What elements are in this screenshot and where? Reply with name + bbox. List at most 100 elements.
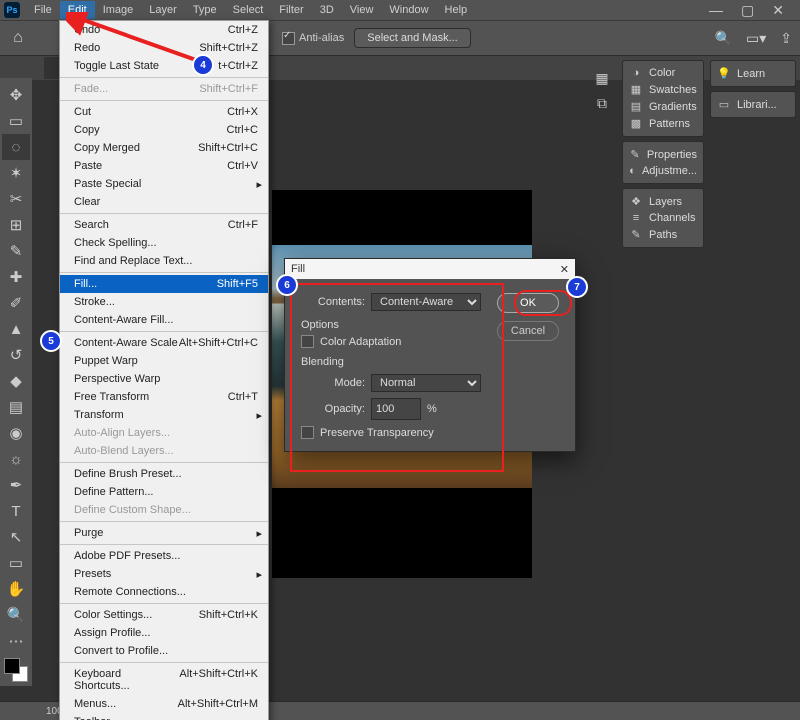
menu-item-content-aware-scale[interactable]: Content-Aware ScaleAlt+Shift+Ctrl+C xyxy=(60,334,268,352)
move-tool-icon[interactable]: ✥ xyxy=(2,82,30,108)
eraser-tool-icon[interactable]: ◆ xyxy=(2,368,30,394)
panel-color[interactable]: ◑ Color xyxy=(625,65,701,81)
frame-tool-icon[interactable]: ⊞ xyxy=(2,212,30,238)
shape-tool-icon[interactable]: ▭ xyxy=(2,550,30,576)
preserve-transparency-checkbox[interactable]: Preserve Transparency xyxy=(301,426,489,439)
heal-tool-icon[interactable]: ✚ xyxy=(2,264,30,290)
menu-item-label: Define Brush Preset... xyxy=(74,468,182,480)
menu-item-adobe-pdf-presets[interactable]: Adobe PDF Presets... xyxy=(60,547,268,565)
menu-item-paste[interactable]: PasteCtrl+V xyxy=(60,157,268,175)
gradient-tool-icon[interactable]: ▤ xyxy=(2,394,30,420)
panel-label: Librari... xyxy=(737,99,777,111)
menu-item-presets[interactable]: Presets▸ xyxy=(60,565,268,583)
eyedropper-tool-icon[interactable]: ✎ xyxy=(2,238,30,264)
panel-learn[interactable]: 💡Learn xyxy=(713,65,793,82)
menu-3d[interactable]: 3D xyxy=(312,1,342,19)
dialog-close-icon[interactable]: ✕ xyxy=(560,263,569,276)
menu-item-keyboard-shortcuts[interactable]: Keyboard Shortcuts...Alt+Shift+Ctrl+K xyxy=(60,665,268,695)
panel-properties[interactable]: ✎Properties xyxy=(625,146,701,163)
workspace-icon[interactable]: ▭▾ xyxy=(746,30,766,47)
dodge-tool-icon[interactable]: ☼ xyxy=(2,446,30,472)
menu-window[interactable]: Window xyxy=(381,1,436,19)
panel-paths[interactable]: ✎Paths xyxy=(625,226,701,243)
menu-item-define-pattern[interactable]: Define Pattern... xyxy=(60,483,268,501)
window-minimize-icon[interactable]: — xyxy=(709,2,723,19)
color-swatch[interactable] xyxy=(4,658,28,682)
menu-item-transform[interactable]: Transform▸ xyxy=(60,406,268,424)
menu-item-fill[interactable]: Fill...Shift+F5 xyxy=(60,275,268,293)
menu-select[interactable]: Select xyxy=(225,1,272,19)
share-icon[interactable]: ⇪ xyxy=(780,30,792,47)
history-icon[interactable]: ▦ xyxy=(595,70,608,87)
crop-tool-icon[interactable]: ✂ xyxy=(2,186,30,212)
menu-item-free-transform[interactable]: Free TransformCtrl+T xyxy=(60,388,268,406)
hand-tool-icon[interactable]: ✋ xyxy=(2,576,30,602)
panel-layers[interactable]: ❖Layers xyxy=(625,193,701,210)
panel-swatches[interactable]: ▦Swatches xyxy=(625,81,701,98)
antialias-checkbox[interactable]: Anti-alias xyxy=(282,32,344,45)
contents-select[interactable]: Content-Aware xyxy=(371,293,481,311)
menu-item-assign-profile[interactable]: Assign Profile... xyxy=(60,624,268,642)
history-brush-tool-icon[interactable]: ↺ xyxy=(2,342,30,368)
menu-item-perspective-warp[interactable]: Perspective Warp xyxy=(60,370,268,388)
wand-tool-icon[interactable]: ✶ xyxy=(2,160,30,186)
cancel-button[interactable]: Cancel xyxy=(497,321,559,341)
color-panel-icon: ◑ xyxy=(629,67,643,79)
window-restore-icon[interactable]: ▢ xyxy=(741,2,754,19)
menu-item-cut[interactable]: CutCtrl+X xyxy=(60,103,268,121)
panel-patterns[interactable]: ▩Patterns xyxy=(625,115,701,132)
menu-file[interactable]: File xyxy=(26,1,60,19)
menu-item-content-aware-fill[interactable]: Content-Aware Fill... xyxy=(60,311,268,329)
panel-channels[interactable]: ≡Channels xyxy=(625,210,701,226)
menu-item-label: Presets xyxy=(74,568,111,580)
menu-item-convert-to-profile[interactable]: Convert to Profile... xyxy=(60,642,268,660)
dialog-titlebar[interactable]: Fill ✕ xyxy=(285,259,575,279)
stamp-tool-icon[interactable]: ▲ xyxy=(2,316,30,342)
menu-item-remote-connections[interactable]: Remote Connections... xyxy=(60,583,268,601)
brush-tool-icon[interactable]: ✐ xyxy=(2,290,30,316)
menu-item-clear[interactable]: Clear xyxy=(60,193,268,211)
menu-item-check-spelling[interactable]: Check Spelling... xyxy=(60,234,268,252)
home-icon[interactable]: ⌂ xyxy=(8,28,28,48)
menu-item-toolbar[interactable]: Toolbar... xyxy=(60,713,268,720)
panel-label: Properties xyxy=(647,149,697,161)
menu-item-color-settings[interactable]: Color Settings...Shift+Ctrl+K xyxy=(60,606,268,624)
menu-item-purge[interactable]: Purge▸ xyxy=(60,524,268,542)
panel-label: Color xyxy=(649,67,675,79)
select-and-mask-button[interactable]: Select and Mask... xyxy=(354,28,471,48)
ok-button[interactable]: OK xyxy=(497,293,559,313)
lasso-tool-icon[interactable]: ◌ xyxy=(2,134,30,160)
panel-libraries[interactable]: ▭Librari... xyxy=(713,96,793,113)
menu-item-copy[interactable]: CopyCtrl+C xyxy=(60,121,268,139)
marquee-tool-icon[interactable]: ▭ xyxy=(2,108,30,134)
edit-toolbar-icon[interactable]: ⋯ xyxy=(2,628,30,654)
zoom-tool-icon[interactable]: 🔍 xyxy=(2,602,30,628)
menu-view[interactable]: View xyxy=(342,1,382,19)
mode-select[interactable]: Normal xyxy=(371,374,481,392)
menu-item-stroke[interactable]: Stroke... xyxy=(60,293,268,311)
color-adaptation-checkbox[interactable]: Color Adaptation xyxy=(301,335,489,348)
menu-item-puppet-warp[interactable]: Puppet Warp xyxy=(60,352,268,370)
blur-tool-icon[interactable]: ◉ xyxy=(2,420,30,446)
menu-item-define-brush-preset[interactable]: Define Brush Preset... xyxy=(60,465,268,483)
brushes-icon[interactable]: ⧉ xyxy=(597,95,607,112)
menu-item-menus[interactable]: Menus...Alt+Shift+Ctrl+M xyxy=(60,695,268,713)
type-tool-icon[interactable]: T xyxy=(2,498,30,524)
menu-item-search[interactable]: SearchCtrl+F xyxy=(60,216,268,234)
opacity-input[interactable] xyxy=(371,398,421,420)
path-tool-icon[interactable]: ↖ xyxy=(2,524,30,550)
menu-item-shortcut: Alt+Shift+Ctrl+C xyxy=(179,337,258,349)
panel-adjustments[interactable]: ◐Adjustme... xyxy=(625,163,701,179)
menu-filter[interactable]: Filter xyxy=(271,1,311,19)
window-close-icon[interactable]: ✕ xyxy=(772,2,784,19)
menu-item-shortcut: Ctrl+V xyxy=(227,160,258,172)
menu-item-find-and-replace-text[interactable]: Find and Replace Text... xyxy=(60,252,268,270)
panel-gradients[interactable]: ▤Gradients xyxy=(625,98,701,115)
menu-help[interactable]: Help xyxy=(437,1,476,19)
search-icon[interactable]: 🔍 xyxy=(715,30,732,47)
menu-item-copy-merged[interactable]: Copy MergedShift+Ctrl+C xyxy=(60,139,268,157)
menu-item-label: Transform xyxy=(74,409,124,421)
pen-tool-icon[interactable]: ✒ xyxy=(2,472,30,498)
menu-item-paste-special[interactable]: Paste Special▸ xyxy=(60,175,268,193)
menu-item-label: Keyboard Shortcuts... xyxy=(74,668,179,692)
